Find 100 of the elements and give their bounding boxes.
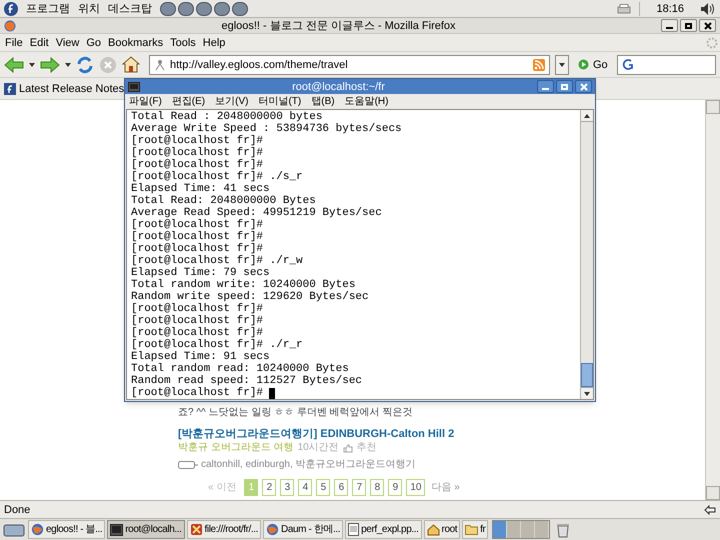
panel-menu[interactable]: 위치 [78, 2, 100, 16]
caret-icon[interactable] [65, 62, 71, 66]
house-icon [426, 524, 440, 536]
close-button[interactable] [575, 80, 592, 93]
minimize-button[interactable] [661, 19, 678, 32]
back-arrow-icon[interactable] [4, 56, 24, 72]
scrollbar-thumb[interactable] [581, 363, 593, 387]
terminal-line: [root@localhost fr]# [131, 147, 264, 159]
scrollbar[interactable] [705, 100, 720, 500]
terminal-icon [110, 524, 124, 536]
post-title-link[interactable]: [박훈규오버그라운드여행기] EDINBURGH-Calton Hill 2 [178, 428, 705, 441]
terminal-line: [root@localhost fr]# [131, 315, 264, 327]
fedora-logo-icon[interactable] [4, 82, 16, 94]
post-tags: caltonhill, edinburgh, 박훈규오버그라운드여행기 [201, 459, 416, 471]
page-number-link[interactable]: 6 [334, 479, 348, 496]
printer-icon[interactable] [617, 4, 632, 14]
terminal-line: Elapsed Time: 41 secs [131, 183, 270, 195]
window-title: egloos!! - 블로그 전문 이글루스 - Mozilla Firefox [220, 18, 457, 32]
fedora-logo-icon[interactable] [4, 2, 18, 16]
scroll-down-button[interactable] [581, 387, 593, 399]
terminal-menu-item[interactable]: 터미널(T) [258, 94, 302, 108]
taskbar-button[interactable]: Daum - 한메... [263, 520, 344, 539]
url-field[interactable]: http://valley.egloos.com/theme/travel [149, 54, 550, 74]
url-dropdown-button[interactable] [555, 54, 569, 74]
terminal-title: root@localhost:~/fr [291, 80, 386, 94]
terminal-line: Average Read Speed: 49951219 Bytes/sec [131, 207, 382, 219]
terminal-menu-item[interactable]: 탭(B) [311, 94, 335, 108]
post-snippet: 죠? ^^ 느닷없는 일링 ㅎㅎ 루더벤 베럭앞에서 찍은것 [178, 407, 414, 419]
page-number-link[interactable]: 10 [406, 479, 426, 496]
menu-item[interactable]: Help [200, 36, 228, 50]
terminal-line: [root@localhost fr]# [131, 231, 264, 243]
clock[interactable]: 18:16 [648, 2, 692, 16]
search-engine-icon[interactable] [622, 58, 636, 71]
close-icon[interactable] [704, 22, 712, 30]
globe-icon [31, 523, 44, 536]
terminal-line: [root@localhost fr]# ./r_r [131, 339, 303, 351]
terminal-menu-item[interactable]: 도움말(H) [344, 94, 388, 108]
panel-menu[interactable]: 프로그램 [26, 2, 70, 16]
page-number-link[interactable]: 2 [262, 479, 276, 496]
terminal-icon [128, 82, 140, 92]
close-button[interactable] [699, 19, 716, 32]
terminal-line: Total random write: 10240000 Bytes [131, 279, 356, 291]
page-number-link[interactable]: 3 [280, 479, 294, 496]
cursor [269, 388, 276, 398]
go-icon[interactable] [578, 59, 589, 70]
menu-item[interactable]: Bookmarks [105, 36, 166, 50]
menu-item[interactable]: Go [83, 36, 104, 50]
speaker-icon[interactable] [700, 2, 716, 16]
workspace-switcher[interactable] [492, 520, 550, 539]
site-icon [154, 58, 166, 70]
minimize-button[interactable] [537, 80, 554, 93]
go-button[interactable]: Go [574, 58, 612, 72]
scroll-up-button[interactable] [581, 110, 593, 122]
launcher-icons[interactable] [160, 2, 248, 16]
menu-item[interactable]: Tools [167, 36, 199, 50]
search-field[interactable] [616, 54, 716, 74]
terminal-line: [root@localhost fr]# [131, 387, 264, 399]
terminal-menu-item[interactable]: 보기(V) [215, 94, 248, 108]
down-arrow-icon[interactable] [584, 392, 590, 396]
page-number-link[interactable]: 7 [352, 479, 366, 496]
maximize-button[interactable] [680, 19, 697, 32]
reload-icon[interactable] [76, 56, 94, 74]
terminal-scrollbar[interactable] [580, 110, 593, 399]
terminal-line: Average Write Speed : 53894736 bytes/secs [131, 123, 402, 135]
maximize-button[interactable] [556, 80, 573, 93]
taskbar-button[interactable]: file:///root/fr/... [186, 520, 262, 539]
bookmark-item[interactable]: Latest Release Notes [4, 82, 124, 96]
caret-icon[interactable] [559, 62, 565, 66]
panel-menu[interactable]: 데스크탑 [108, 2, 152, 16]
caret-icon[interactable] [29, 62, 35, 66]
menu-item[interactable]: File [2, 36, 26, 50]
status-text: Done [4, 502, 32, 516]
terminal-menu-item[interactable]: 편집(E) [172, 94, 206, 108]
taskbar-button[interactable]: root [424, 520, 460, 539]
terminal-line: Total Read: 2048000000 Bytes [131, 195, 316, 207]
trash-icon[interactable] [556, 522, 570, 538]
globe-icon [266, 523, 280, 536]
forward-arrow-icon[interactable] [40, 56, 60, 72]
show-desktop-icon[interactable] [2, 522, 26, 538]
taskbar-button[interactable]: root@localh... [107, 520, 184, 539]
taskbar-button[interactable]: egloos!! - 블... [28, 520, 106, 539]
terminal-line: [root@localhost fr]# [131, 159, 264, 171]
menu-item[interactable]: View [52, 36, 82, 50]
terminal-line: Elapsed Time: 91 secs [131, 351, 270, 363]
post-time: 10시간전 [298, 442, 339, 454]
throbber-icon [706, 36, 718, 48]
page-number-link[interactable]: 4 [298, 479, 312, 496]
terminal-line: [root@localhost fr]# [131, 303, 264, 315]
menu-item[interactable]: Edit [26, 36, 52, 50]
terminal-line: [root@localhost fr]# [131, 243, 264, 255]
terminal-menu-item[interactable]: 파일(F) [129, 94, 162, 108]
up-arrow-icon[interactable] [584, 114, 590, 118]
popup-icon [704, 504, 716, 514]
page-number-link[interactable]: 8 [370, 479, 384, 496]
taskbar-button[interactable]: perf_expl.pp... [345, 520, 422, 539]
document-icon [348, 523, 360, 536]
taskbar-button[interactable]: fr [462, 520, 488, 539]
page-number-link[interactable]: 9 [388, 479, 402, 496]
page-number-link[interactable]: 5 [316, 479, 330, 496]
home-icon[interactable] [122, 56, 140, 73]
